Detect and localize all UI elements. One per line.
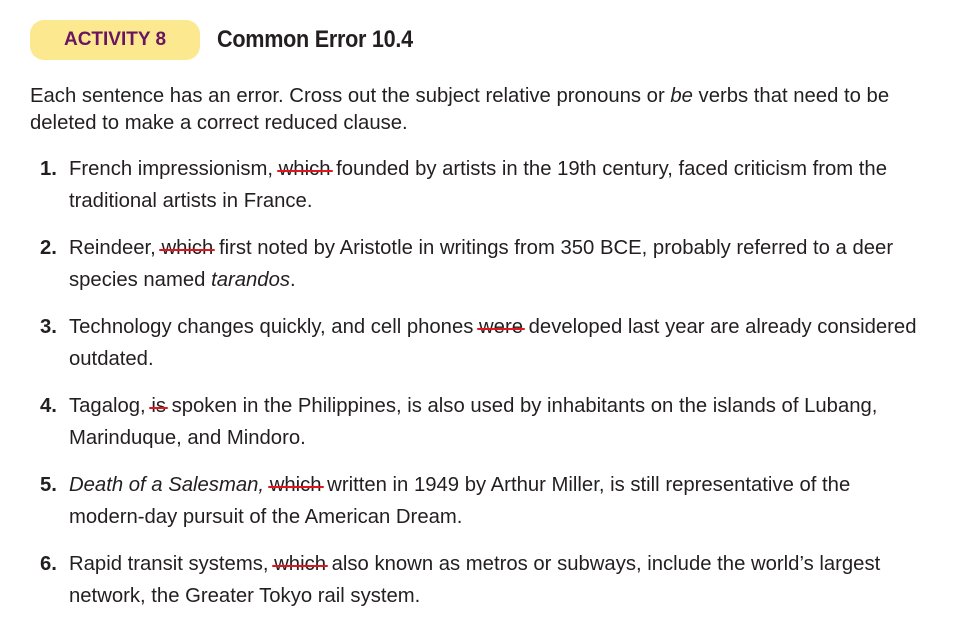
struck-word: is [149, 391, 168, 423]
activity-title: Common Error 10.4 [217, 26, 413, 53]
instructions: Each sentence has an error. Cross out th… [30, 83, 940, 137]
item-sentence: Reindeer, which first noted by Aristotle… [69, 233, 930, 296]
exercise-item: 1. French impressionism, which founded by… [40, 154, 930, 217]
item-number: 6. [40, 553, 57, 575]
item-number: 2. [40, 237, 57, 259]
item-sentence: Tagalog, is spoken in the Philippines, i… [69, 391, 930, 454]
item-number: 1. [40, 158, 57, 180]
item-number: 4. [40, 395, 57, 417]
struck-word: which [159, 233, 216, 265]
item-sentence: Technology changes quickly, and cell pho… [69, 312, 930, 375]
sentence-text: Rapid transit systems, [69, 553, 275, 575]
activity-header: ACTIVITY 8 Common Error 10.4 [30, 20, 435, 60]
item-sentence: French impressionism, which founded by a… [69, 154, 930, 217]
item-number: 5. [40, 474, 57, 496]
exercise-item: 5. Death of a Salesman, which written in … [40, 470, 930, 533]
italic-text: tarandos [211, 268, 290, 291]
struck-word: which [276, 154, 333, 186]
struck-word: which [267, 470, 324, 502]
sentence-text: spoken in the Philippines, is also used … [69, 395, 878, 449]
italic-text: Death of a Salesman, [69, 474, 265, 496]
sentence-text: Reindeer, [69, 237, 162, 259]
struck-word: which [272, 549, 328, 581]
exercise-list: 1. French impressionism, which founded by… [40, 154, 930, 628]
instructions-text: Each sentence has an error. Cross out th… [30, 85, 671, 107]
sentence-text: . [290, 268, 296, 291]
exercise-item: 2. Reindeer, which first noted by Aristot… [40, 233, 930, 296]
exercise-item: 3. Technology changes quickly, and cell p… [40, 312, 930, 375]
item-number: 3. [40, 316, 57, 338]
struck-word: were [477, 312, 525, 344]
sentence-text: Tagalog, [69, 395, 152, 417]
exercise-item: 4. Tagalog, is spoken in the Philippines,… [40, 391, 930, 454]
instructions-italic: be [670, 85, 693, 107]
item-sentence: Rapid transit systems, which also known … [69, 549, 930, 612]
sentence-text: Technology changes quickly, and cell pho… [69, 316, 480, 338]
item-sentence: Death of a Salesman, which written in 19… [69, 470, 930, 533]
exercise-item: 6. Rapid transit systems, which also know… [40, 549, 930, 612]
sentence-text: French impressionism, [69, 158, 279, 180]
activity-badge: ACTIVITY 8 [30, 20, 200, 60]
